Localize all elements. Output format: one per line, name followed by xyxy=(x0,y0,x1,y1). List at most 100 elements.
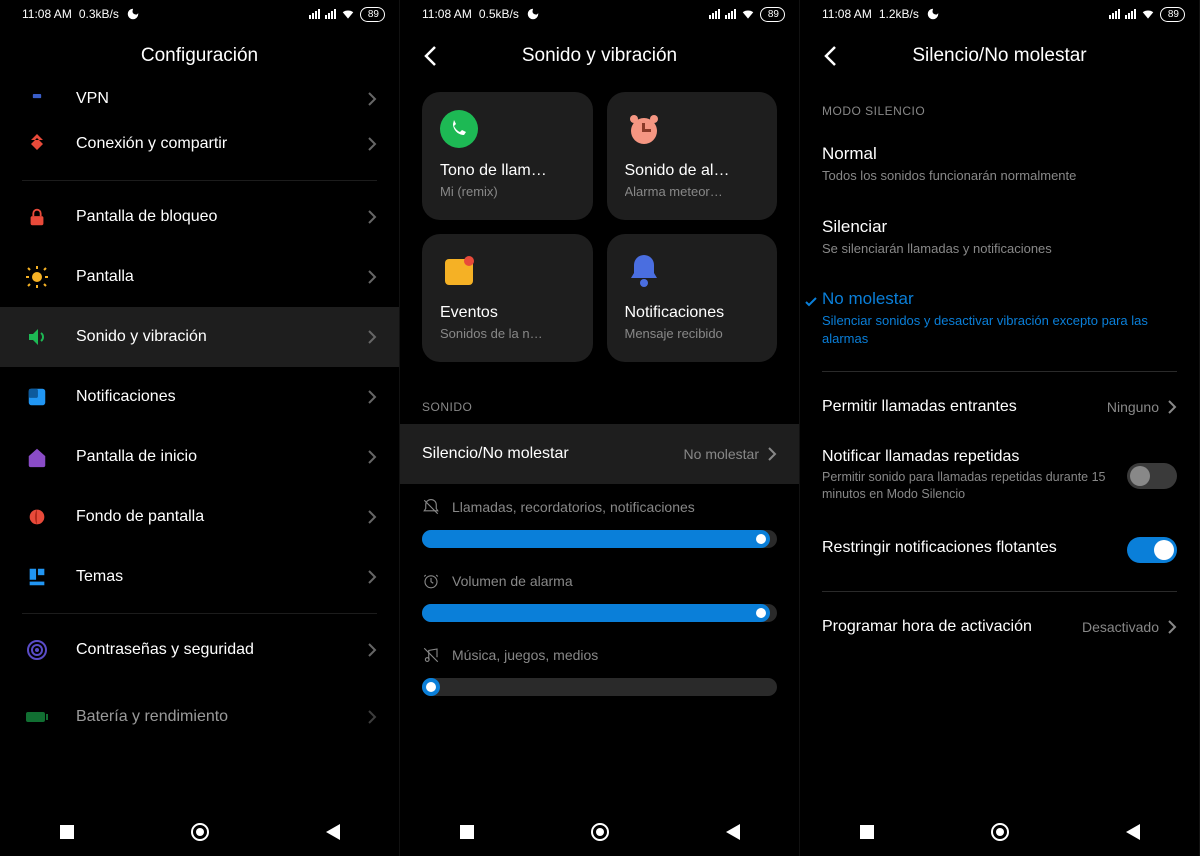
chevron-right-icon xyxy=(367,329,377,345)
divider xyxy=(822,591,1177,592)
wifi-icon xyxy=(1141,7,1155,21)
home-icon xyxy=(22,442,52,472)
signal-icon xyxy=(1125,9,1136,19)
battery-indicator: 89 xyxy=(1160,7,1185,22)
vpn-icon xyxy=(22,84,52,114)
slider[interactable] xyxy=(422,530,777,548)
card-events[interactable]: Eventos Sonidos de la n… xyxy=(422,234,593,362)
bell-off-icon xyxy=(422,498,440,516)
signal-icon xyxy=(309,9,320,19)
home-button[interactable] xyxy=(584,816,616,848)
security-icon xyxy=(22,635,52,665)
back-button[interactable] xyxy=(1117,816,1149,848)
card-notifications[interactable]: Notificaciones Mensaje recibido xyxy=(607,234,778,362)
page-title: Configuración xyxy=(141,45,258,67)
recents-button[interactable] xyxy=(51,816,83,848)
status-time: 11:08 AM xyxy=(422,7,472,21)
chevron-right-icon xyxy=(367,136,377,152)
row-silence-dnd[interactable]: Silencio/No molestar No molestar xyxy=(400,424,799,484)
chevron-right-icon xyxy=(1167,619,1177,635)
signal-icon xyxy=(1109,9,1120,19)
panel-configuration: 11:08 AM 0.3kB/s 89 Configuración VPN Co… xyxy=(0,0,400,856)
battery-icon xyxy=(22,702,52,732)
recents-button[interactable] xyxy=(451,816,483,848)
volume-icon xyxy=(22,322,52,352)
back-button[interactable] xyxy=(317,816,349,848)
item-themes[interactable]: Temas xyxy=(0,547,399,607)
status-time: 11:08 AM xyxy=(822,7,872,21)
divider xyxy=(22,180,377,181)
item-sound[interactable]: Sonido y vibración xyxy=(0,307,399,367)
item-notifications[interactable]: Notificaciones xyxy=(0,367,399,427)
chevron-right-icon xyxy=(367,509,377,525)
signal-icon xyxy=(725,9,736,19)
row-restrict-float: Restringir notificaciones flotantes xyxy=(800,517,1199,583)
battery-indicator: 89 xyxy=(760,7,785,22)
item-lockscreen[interactable]: Pantalla de bloqueo xyxy=(0,187,399,247)
nav-bar xyxy=(400,808,799,856)
status-speed: 1.2kB/s xyxy=(879,7,919,21)
item-share[interactable]: Conexión y compartir xyxy=(0,114,399,174)
toggle-restrict-float[interactable] xyxy=(1127,537,1177,563)
chevron-right-icon xyxy=(1167,399,1177,415)
chevron-right-icon xyxy=(367,709,377,725)
option-silence[interactable]: Silenciar Se silenciarán llamadas y noti… xyxy=(800,201,1199,274)
calendar-icon xyxy=(440,252,478,290)
divider xyxy=(22,613,377,614)
item-wallpaper[interactable]: Fondo de pantalla xyxy=(0,487,399,547)
item-vpn[interactable]: VPN xyxy=(0,84,399,114)
bell-icon xyxy=(625,252,663,290)
home-button[interactable] xyxy=(984,816,1016,848)
item-homescreen[interactable]: Pantalla de inicio xyxy=(0,427,399,487)
card-ringtone[interactable]: Tono de llam… Mi (remix) xyxy=(422,92,593,220)
row-allow-incoming[interactable]: Permitir llamadas entrantes Ninguno xyxy=(800,380,1199,434)
header: Silencio/No molestar xyxy=(800,28,1199,84)
dnd-icon xyxy=(126,7,140,21)
slider-alarm: Volumen de alarma xyxy=(400,558,799,632)
wifi-icon xyxy=(741,7,755,21)
item-display[interactable]: Pantalla xyxy=(0,247,399,307)
phone-icon xyxy=(440,110,478,148)
home-button[interactable] xyxy=(184,816,216,848)
page-title: Sonido y vibración xyxy=(522,45,677,67)
status-bar: 11:08 AM 0.5kB/s 89 xyxy=(400,0,799,28)
sound-content: Tono de llam… Mi (remix) Sonido de al… A… xyxy=(400,84,799,808)
status-bar: 11:08 AM 0.3kB/s 89 xyxy=(0,0,399,28)
toggle-repeat-calls[interactable] xyxy=(1127,463,1177,489)
panel-sound: 11:08 AM 0.5kB/s 89 Sonido y vibración T… xyxy=(400,0,800,856)
back-button[interactable] xyxy=(818,44,842,68)
alarm-icon xyxy=(625,110,663,148)
back-button[interactable] xyxy=(418,44,442,68)
recents-button[interactable] xyxy=(851,816,883,848)
check-icon xyxy=(804,295,818,309)
option-dnd[interactable]: No molestar Silenciar sonidos y desactiv… xyxy=(800,273,1199,363)
dnd-content: MODO SILENCIO Normal Todos los sonidos f… xyxy=(800,84,1199,808)
notification-icon xyxy=(22,382,52,412)
lock-icon xyxy=(22,202,52,232)
slider-ring: Llamadas, recordatorios, notificaciones xyxy=(400,484,799,558)
chevron-right-icon xyxy=(367,449,377,465)
battery-indicator: 89 xyxy=(360,7,385,22)
chevron-right-icon xyxy=(767,446,777,462)
item-battery[interactable]: Batería y rendimiento xyxy=(0,680,399,740)
item-security[interactable]: Contraseñas y seguridad xyxy=(0,620,399,680)
alarm-small-icon xyxy=(422,572,440,590)
settings-list: VPN Conexión y compartir Pantalla de blo… xyxy=(0,84,399,808)
option-normal[interactable]: Normal Todos los sonidos funcionarán nor… xyxy=(800,128,1199,201)
status-bar: 11:08 AM 1.2kB/s 89 xyxy=(800,0,1199,28)
signal-icon xyxy=(325,9,336,19)
row-repeat-calls: Notificar llamadas repetidas Permitir so… xyxy=(800,434,1199,517)
sun-icon xyxy=(22,262,52,292)
card-alarm[interactable]: Sonido de al… Alarma meteor… xyxy=(607,92,778,220)
divider xyxy=(822,371,1177,372)
status-speed: 0.5kB/s xyxy=(479,7,519,21)
music-off-icon xyxy=(422,646,440,664)
slider[interactable] xyxy=(422,604,777,622)
panel-dnd: 11:08 AM 1.2kB/s 89 Silencio/No molestar… xyxy=(800,0,1200,856)
signal-icon xyxy=(709,9,720,19)
slider[interactable] xyxy=(422,678,777,696)
back-button[interactable] xyxy=(717,816,749,848)
row-schedule[interactable]: Programar hora de activación Desactivado xyxy=(800,600,1199,654)
slider-media: Música, juegos, medios xyxy=(400,632,799,706)
header: Configuración xyxy=(0,28,399,84)
